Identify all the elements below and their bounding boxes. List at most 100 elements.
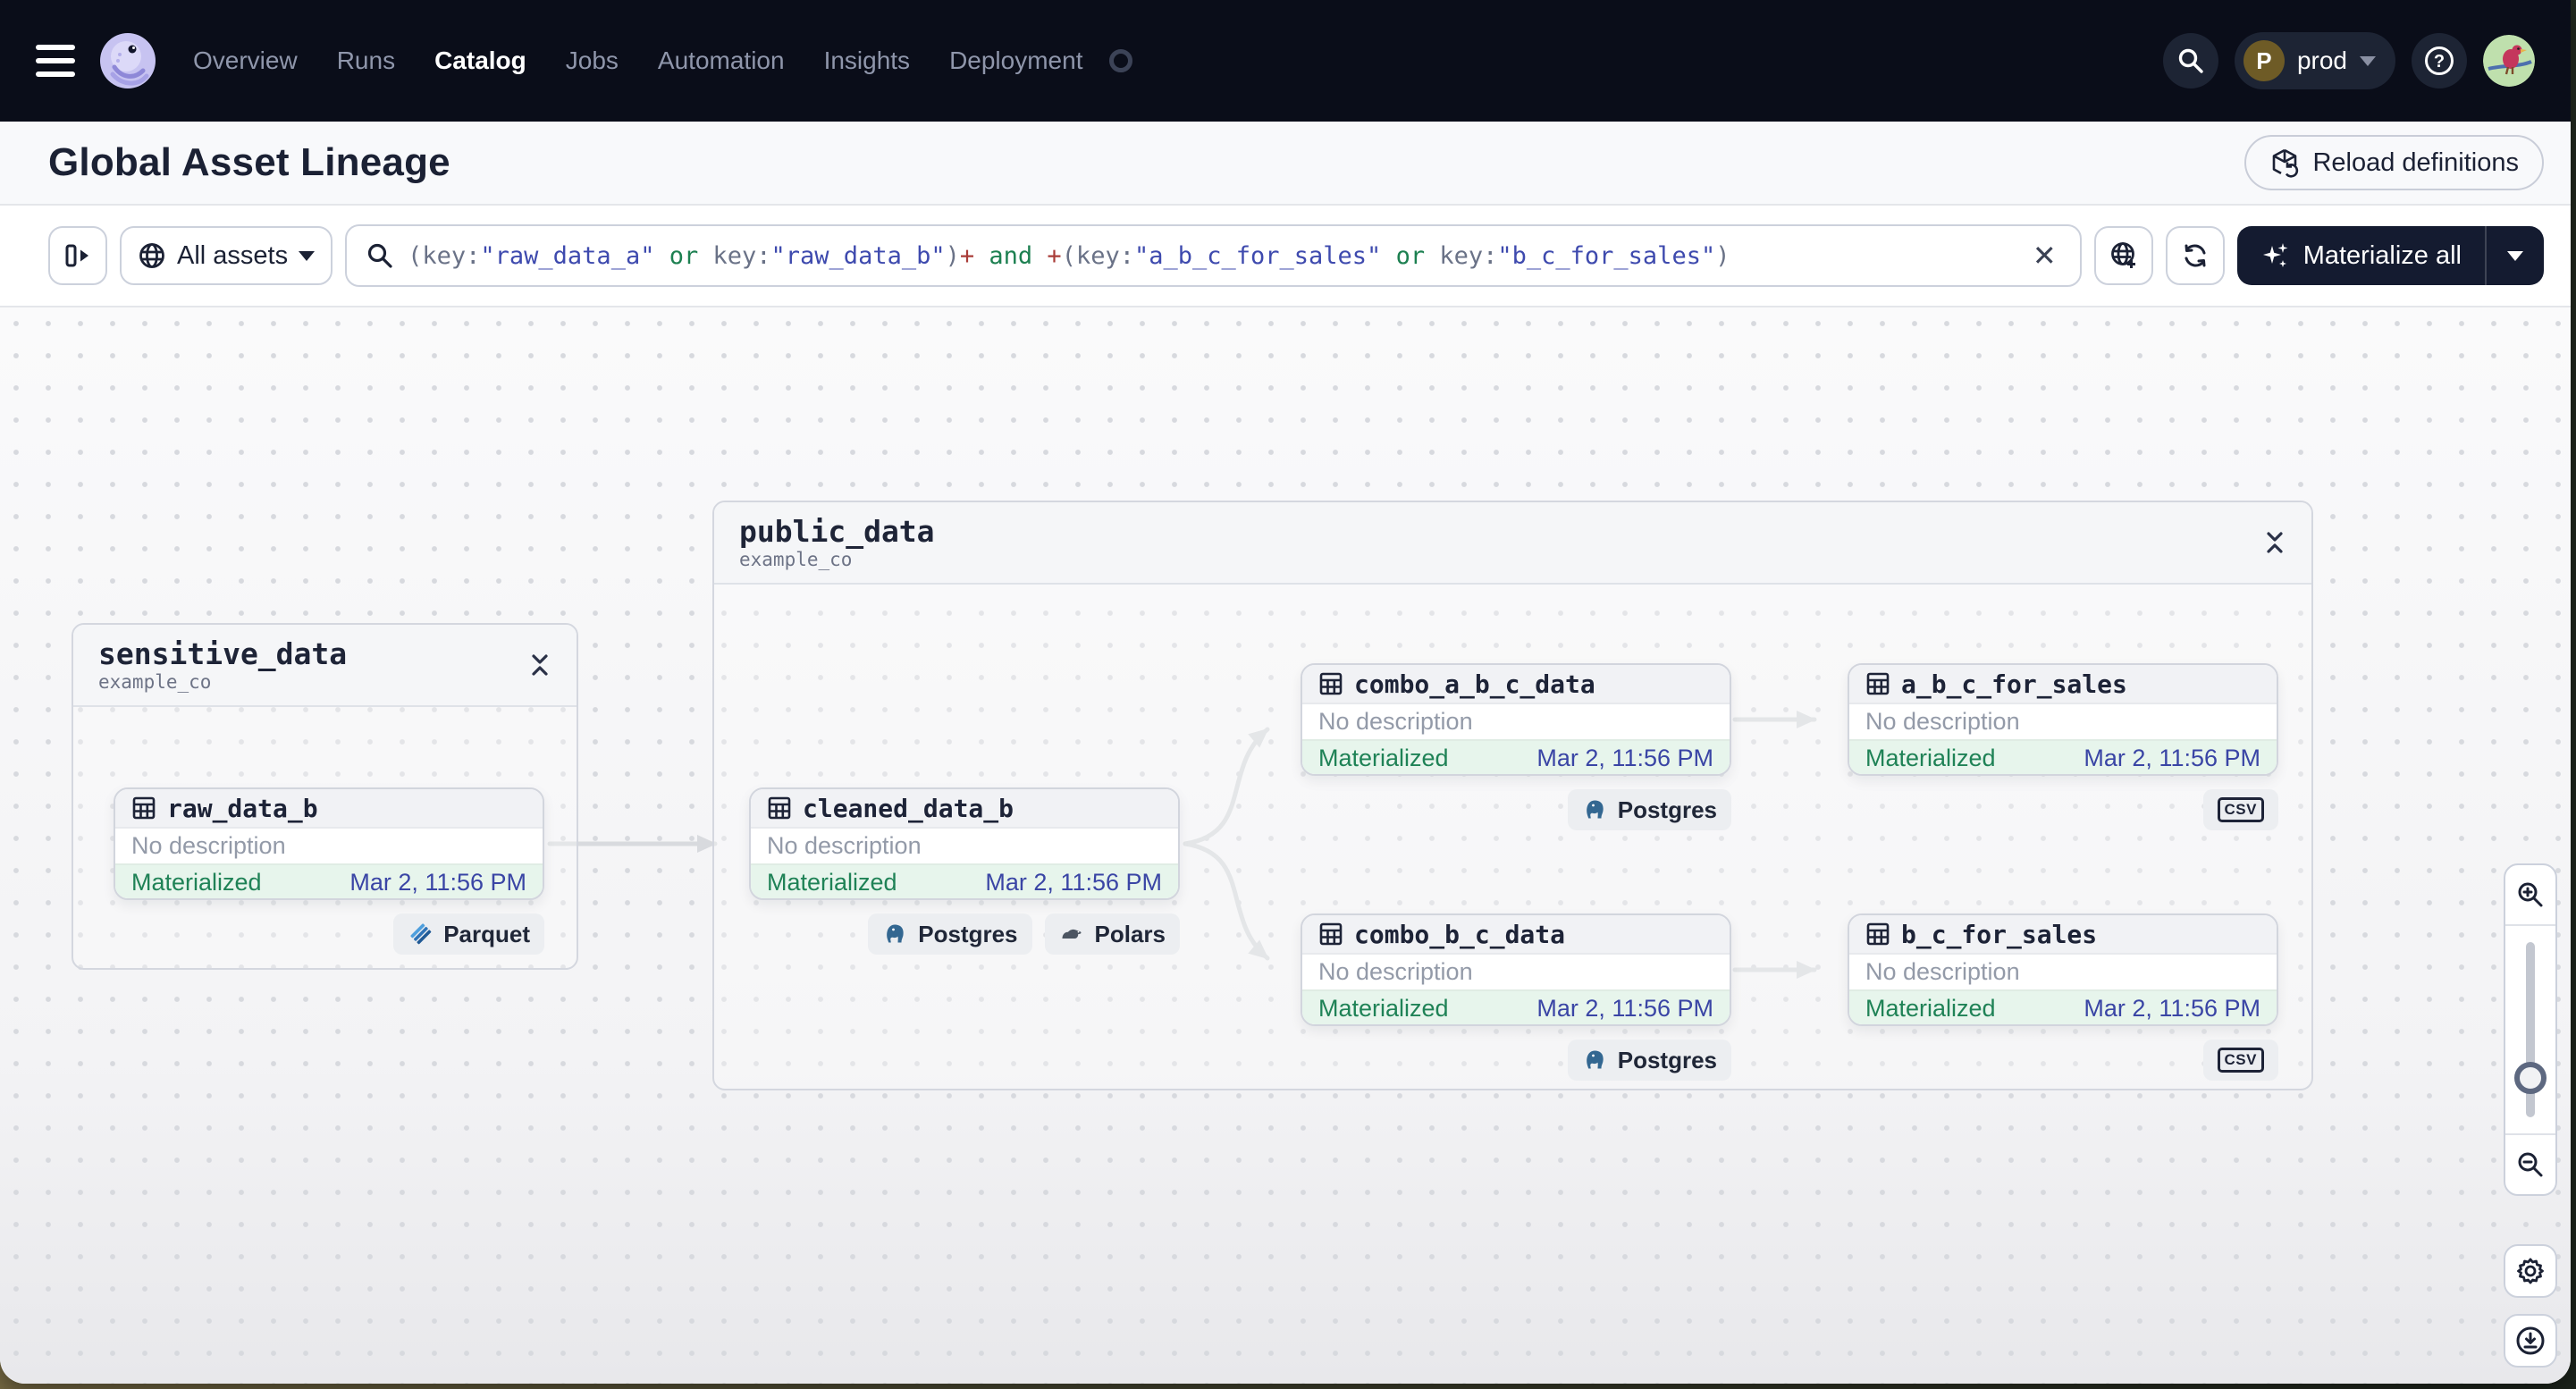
table-icon — [1319, 922, 1343, 946]
tag-parquet[interactable]: Parquet — [393, 913, 544, 955]
status-badge: Materialized — [1318, 745, 1449, 771]
asset-query-input[interactable]: (key:"raw_data_a" or key:"raw_data_b")+ … — [345, 224, 2082, 287]
group-name: public_data — [739, 513, 935, 549]
help-button[interactable]: ? — [2412, 33, 2467, 88]
nav-item-automation[interactable]: Automation — [658, 46, 785, 75]
materialization-timestamp: Mar 2, 11:56 PM — [1536, 995, 1713, 1022]
asset-tags: Postgres Polars — [749, 913, 1180, 955]
reload-cube-icon — [2273, 148, 2299, 178]
materialization-timestamp: Mar 2, 11:56 PM — [985, 869, 1162, 896]
tag-csv[interactable]: csv — [2202, 789, 2278, 830]
asset-node-combo-a-b-c-data[interactable]: combo_a_b_c_data No description Material… — [1301, 663, 1731, 776]
table-icon — [1866, 922, 1890, 946]
table-icon — [1319, 672, 1343, 695]
status-badge: Materialized — [1865, 995, 1996, 1022]
asset-scope-selector[interactable]: All assets — [120, 226, 333, 285]
asset-name: a_b_c_for_sales — [1901, 669, 2127, 699]
environment-avatar: P — [2243, 40, 2285, 81]
sparkles-icon — [2262, 243, 2288, 267]
group-repo: example_co — [98, 670, 212, 693]
zoom-controls — [2504, 863, 2557, 1196]
hamburger-menu-icon[interactable] — [36, 45, 75, 77]
new-catalog-view-button[interactable] — [2093, 226, 2153, 285]
group-repo: example_co — [739, 548, 853, 570]
open-sidebar-button[interactable] — [48, 226, 107, 285]
asset-name: cleaned_data_b — [803, 793, 1014, 823]
clear-query-button[interactable]: ✕ — [2027, 239, 2062, 273]
top-nav: Overview Runs Catalog Jobs Automation In… — [0, 0, 2571, 122]
postgres-icon — [1586, 1050, 1604, 1069]
table-icon — [132, 796, 156, 820]
graph-settings-button[interactable] — [2504, 1244, 2557, 1298]
zoom-slider-knob[interactable] — [2514, 1062, 2547, 1094]
asset-description: No description — [1302, 703, 1730, 739]
nav-item-overview[interactable]: Overview — [193, 46, 298, 75]
app-window: Overview Runs Catalog Jobs Automation In… — [0, 0, 2571, 1384]
asset-node-combo-b-c-data[interactable]: combo_b_c_data No description Materializ… — [1301, 913, 1731, 1026]
download-graph-button[interactable] — [2504, 1314, 2557, 1368]
asset-tags: Parquet — [114, 913, 544, 955]
nav-item-catalog[interactable]: Catalog — [434, 46, 526, 75]
asset-name: b_c_for_sales — [1901, 919, 2098, 949]
parquet-icon — [410, 923, 432, 945]
reload-definitions-label: Reload definitions — [2312, 147, 2519, 177]
asset-name: combo_b_c_data — [1354, 919, 1566, 949]
loading-spinner-icon — [1109, 49, 1133, 72]
zoom-out-button[interactable] — [2505, 1135, 2555, 1194]
tag-polars[interactable]: Polars — [1044, 913, 1180, 955]
environment-switcher[interactable]: P prod — [2234, 32, 2395, 89]
asset-description: No description — [1302, 953, 1730, 989]
table-icon — [1866, 672, 1890, 695]
asset-tags: Postgres — [1301, 1040, 1731, 1081]
refresh-button[interactable] — [2165, 226, 2225, 285]
search-button[interactable] — [2162, 33, 2218, 88]
asset-node-cleaned-data-b[interactable]: cleaned_data_b No description Materializ… — [749, 787, 1180, 900]
collapse-group-icon[interactable] — [2263, 530, 2286, 555]
tag-csv[interactable]: csv — [2202, 1040, 2278, 1081]
materialize-options-button[interactable] — [2485, 226, 2544, 285]
tag-postgres[interactable]: Postgres — [1567, 789, 1731, 830]
asset-name: raw_data_b — [167, 793, 318, 823]
search-icon — [368, 243, 392, 268]
asset-name: combo_a_b_c_data — [1354, 669, 1595, 699]
globe-icon — [139, 243, 164, 268]
lineage-toolbar: All assets (key:"raw_data_a" or key:"raw… — [0, 206, 2571, 307]
asset-scope-label: All assets — [177, 240, 289, 270]
collapse-group-icon[interactable] — [528, 652, 551, 678]
dagster-logo-icon[interactable] — [98, 31, 157, 90]
zoom-slider[interactable] — [2505, 926, 2555, 1133]
asset-query-text: (key:"raw_data_a" or key:"raw_data_b")+ … — [408, 241, 1730, 270]
group-header: public_data example_co — [714, 502, 2311, 585]
materialization-timestamp: Mar 2, 11:56 PM — [349, 869, 526, 896]
asset-description: No description — [115, 827, 543, 863]
tag-postgres[interactable]: Postgres — [868, 913, 1032, 955]
zoom-in-button[interactable] — [2505, 865, 2555, 924]
asset-node-a-b-c-for-sales[interactable]: a_b_c_for_sales No description Materiali… — [1848, 663, 2278, 776]
user-avatar[interactable] — [2483, 35, 2535, 87]
materialize-all-button[interactable]: Materialize all — [2237, 226, 2485, 285]
table-icon — [768, 796, 791, 820]
lineage-canvas[interactable]: sensitive_data example_co public_data ex… — [0, 307, 2571, 1384]
postgres-icon — [1586, 800, 1604, 819]
asset-description: No description — [1849, 953, 2277, 989]
reload-definitions-button[interactable]: Reload definitions — [2244, 135, 2544, 190]
status-badge: Materialized — [131, 869, 262, 896]
page-header: Global Asset Lineage Reload definitions — [0, 122, 2571, 206]
asset-node-b-c-for-sales[interactable]: b_c_for_sales No description Materialize… — [1848, 913, 2278, 1026]
nav-item-runs[interactable]: Runs — [337, 46, 395, 75]
materialize-all-label: Materialize all — [2302, 240, 2462, 270]
asset-node-raw-data-b[interactable]: raw_data_b No description Materialized M… — [114, 787, 544, 900]
asset-tags: csv — [1848, 789, 2278, 830]
status-badge: Materialized — [1318, 995, 1449, 1022]
nav-item-insights[interactable]: Insights — [824, 46, 911, 75]
nav-right: P prod ? — [2162, 32, 2535, 89]
download-icon — [2516, 1326, 2545, 1355]
tag-postgres[interactable]: Postgres — [1567, 1040, 1731, 1081]
chevron-down-icon — [2507, 250, 2523, 261]
nav-item-deployment[interactable]: Deployment — [949, 46, 1082, 75]
csv-icon: csv — [2217, 1048, 2264, 1073]
gear-icon — [2517, 1258, 2544, 1284]
page-title: Global Asset Lineage — [48, 140, 450, 184]
nav-item-jobs[interactable]: Jobs — [566, 46, 619, 75]
asset-tags: csv — [1848, 1040, 2278, 1081]
